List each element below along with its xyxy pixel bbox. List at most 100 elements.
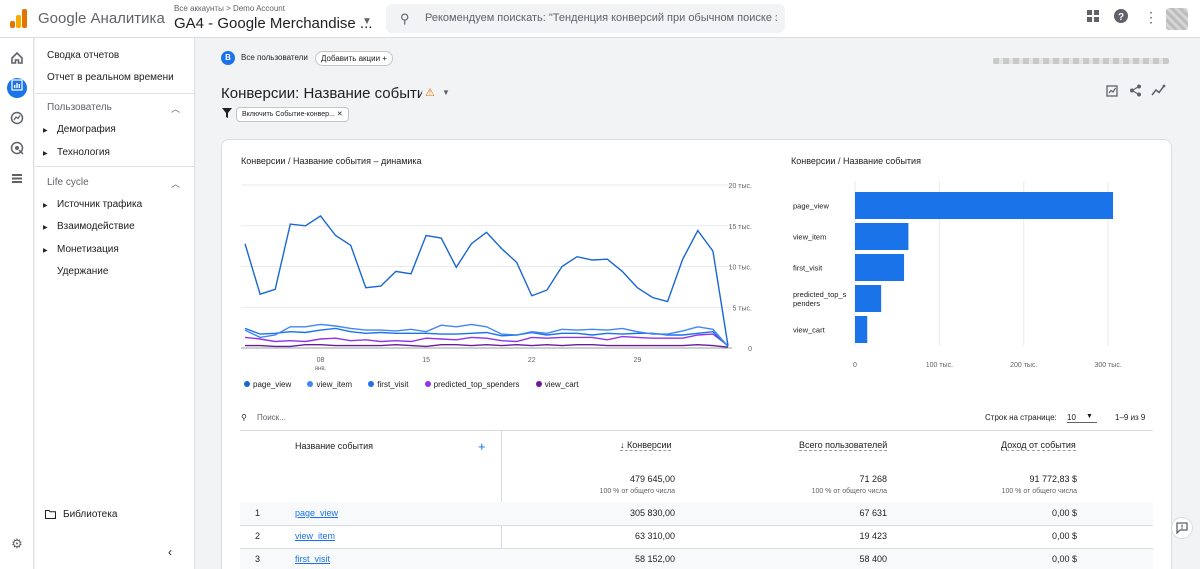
expand-arrow-icon[interactable]: ▶ bbox=[43, 247, 48, 254]
nav-engagement[interactable]: Взаимодействие bbox=[57, 221, 135, 232]
app-title[interactable]: Google Аналитика bbox=[38, 10, 165, 27]
row-index: 1 bbox=[255, 508, 261, 518]
header-conversions-label: Конверсии bbox=[627, 440, 672, 450]
x-tick-label: 22 bbox=[528, 357, 536, 364]
nav-monetization[interactable]: Монетизация bbox=[57, 244, 119, 255]
series-line-view-item[interactable] bbox=[244, 323, 729, 347]
header-conversions[interactable]: ↓ Конверсии bbox=[620, 440, 672, 451]
legend-first-visit[interactable]: first_visit bbox=[368, 380, 415, 389]
advertising-icon[interactable] bbox=[9, 141, 25, 157]
category-label: view_cart bbox=[793, 326, 826, 335]
configure-icon[interactable] bbox=[9, 171, 25, 187]
chevron-down-icon[interactable]: ▼ bbox=[362, 16, 372, 27]
folder-icon[interactable] bbox=[45, 510, 56, 522]
filter-chip[interactable]: Включить Событие-конвер... ✕ bbox=[236, 107, 349, 122]
bar-view-cart[interactable] bbox=[855, 316, 868, 343]
y-tick-label: 0 bbox=[748, 346, 752, 353]
legend-predicted-top-spenders[interactable]: predicted_top_spenders bbox=[424, 380, 527, 389]
nav-library[interactable]: Библиотека bbox=[63, 509, 117, 520]
x-tick-label: 300 тыс. bbox=[1094, 362, 1121, 369]
pagination-text: 1–9 из 9 bbox=[1115, 413, 1146, 422]
chevron-up-icon[interactable]: ︿ bbox=[171, 102, 180, 115]
insights-icon[interactable] bbox=[1151, 84, 1166, 100]
chevron-up-icon[interactable]: ︿ bbox=[171, 177, 180, 190]
section-lifecycle[interactable]: Life cycle bbox=[47, 177, 89, 188]
header-event-name[interactable]: Название события bbox=[295, 441, 373, 451]
analytics-logo[interactable] bbox=[10, 9, 27, 28]
reports-icon[interactable] bbox=[7, 78, 27, 98]
total-users-pct: 100 % от общего числа bbox=[811, 488, 887, 495]
series-line-predicted-top-spenders[interactable] bbox=[244, 333, 729, 347]
share-icon[interactable] bbox=[1129, 84, 1142, 100]
row-divider bbox=[240, 525, 1153, 526]
series-line-first-visit[interactable] bbox=[244, 327, 729, 347]
bar-view-item[interactable] bbox=[855, 223, 909, 250]
filter-icon[interactable] bbox=[222, 108, 232, 121]
close-icon[interactable]: ✕ bbox=[337, 111, 343, 118]
row-event-link[interactable]: first_visit bbox=[295, 554, 330, 564]
x-tick-label: 0 bbox=[853, 362, 857, 369]
date-range-redacted[interactable] bbox=[993, 58, 1169, 64]
y-tick-label: 10 тыс. bbox=[729, 265, 752, 272]
row-users: 67 631 bbox=[859, 508, 887, 518]
settings-icon[interactable]: ⚙ bbox=[9, 536, 25, 552]
avatar[interactable] bbox=[1166, 8, 1188, 30]
bar-chart[interactable]: 0 100 тыс. 200 тыс. 300 тыс. page_view view_i… bbox=[782, 176, 1162, 376]
line-chart-legend: page_view view_item first_visit predicte… bbox=[244, 380, 593, 389]
account-breadcrumb[interactable]: Все аккаунты > Demo Account bbox=[174, 4, 285, 13]
warning-icon: ⚠ bbox=[425, 87, 435, 99]
bar-page-view[interactable] bbox=[855, 192, 1114, 219]
feedback-icon[interactable] bbox=[1171, 517, 1193, 539]
divider bbox=[35, 93, 194, 94]
row-event-link[interactable]: view_item bbox=[295, 531, 335, 541]
add-dimension-plus-icon[interactable]: + bbox=[478, 439, 486, 454]
bar-predicted-top-spenders[interactable] bbox=[855, 285, 882, 312]
more-vert-icon[interactable]: ⋮ bbox=[1144, 9, 1158, 26]
segment-chip[interactable]: Все пользователи bbox=[236, 51, 313, 66]
search-bar[interactable]: ⚲ Рекомендуем поискать: "Тенденция конве… bbox=[386, 4, 785, 33]
sort-arrow-icon: ↓ bbox=[620, 440, 628, 450]
legend-view-cart[interactable]: view_cart bbox=[535, 380, 586, 389]
property-selector[interactable]: GA4 - Google Merchandise ... bbox=[174, 15, 372, 32]
expand-arrow-icon[interactable]: ▶ bbox=[43, 127, 48, 134]
row-users: 58 400 bbox=[859, 554, 887, 564]
warning-menu[interactable]: ⚠ ▼ bbox=[422, 85, 454, 102]
add-action-label: Добавить акции bbox=[321, 54, 381, 63]
nav-technology[interactable]: Технология bbox=[57, 147, 110, 158]
home-icon[interactable] bbox=[9, 51, 25, 67]
top-app-bar: Google Аналитика Все аккаунты > Demo Acc… bbox=[0, 0, 1200, 38]
header-event-revenue[interactable]: Доход от события bbox=[1001, 440, 1076, 451]
table-search-input[interactable]: Поиск... bbox=[257, 413, 286, 422]
bar-first-visit[interactable] bbox=[855, 254, 905, 281]
nav-retention[interactable]: Удержание bbox=[57, 266, 108, 277]
row-revenue: 0,00 $ bbox=[1051, 508, 1077, 518]
apps-grid-icon[interactable] bbox=[1087, 9, 1099, 25]
nav-demography[interactable]: Демография bbox=[57, 124, 116, 135]
expand-arrow-icon[interactable]: ▶ bbox=[43, 150, 48, 157]
bar-chart-title: Конверсии / Название события bbox=[791, 156, 921, 166]
legend-view-item[interactable]: view_item bbox=[307, 380, 359, 389]
edit-report-icon[interactable] bbox=[1106, 84, 1119, 100]
chevron-down-icon[interactable]: ▼ bbox=[1086, 413, 1093, 420]
reports-nav: Сводка отчетов Отчет в реальном времени … bbox=[35, 38, 195, 569]
table-border bbox=[240, 430, 1153, 431]
expand-arrow-icon[interactable]: ▶ bbox=[43, 224, 48, 231]
expand-arrow-icon[interactable]: ▶ bbox=[43, 202, 48, 209]
nav-acquisition[interactable]: Источник трафика bbox=[57, 199, 142, 210]
header-total-users[interactable]: Всего пользователей bbox=[799, 440, 888, 451]
add-action-button[interactable]: Добавить акции + bbox=[315, 51, 393, 66]
nav-realtime[interactable]: Отчет в реальном времени bbox=[47, 72, 174, 83]
report-card: Конверсии / Название события – динамика … bbox=[221, 139, 1172, 569]
filter-chip-label: Включить Событие-конвер... bbox=[242, 111, 335, 118]
collapse-chevron-icon[interactable]: ‹ bbox=[168, 545, 172, 559]
explore-icon[interactable] bbox=[9, 111, 25, 127]
y-tick-label: 5 тыс. bbox=[732, 305, 752, 312]
search-placeholder[interactable]: Рекомендуем поискать: "Тенденция конверс… bbox=[425, 12, 777, 24]
help-icon[interactable]: ? bbox=[1114, 9, 1128, 26]
legend-page-view[interactable]: page_view bbox=[244, 380, 298, 389]
nav-summary[interactable]: Сводка отчетов bbox=[47, 50, 119, 61]
row-event-link[interactable]: page_view bbox=[295, 508, 338, 518]
section-user[interactable]: Пользователь bbox=[47, 102, 112, 113]
search-icon[interactable]: ⚲ bbox=[241, 413, 247, 422]
series-line-view-cart[interactable] bbox=[245, 343, 729, 348]
